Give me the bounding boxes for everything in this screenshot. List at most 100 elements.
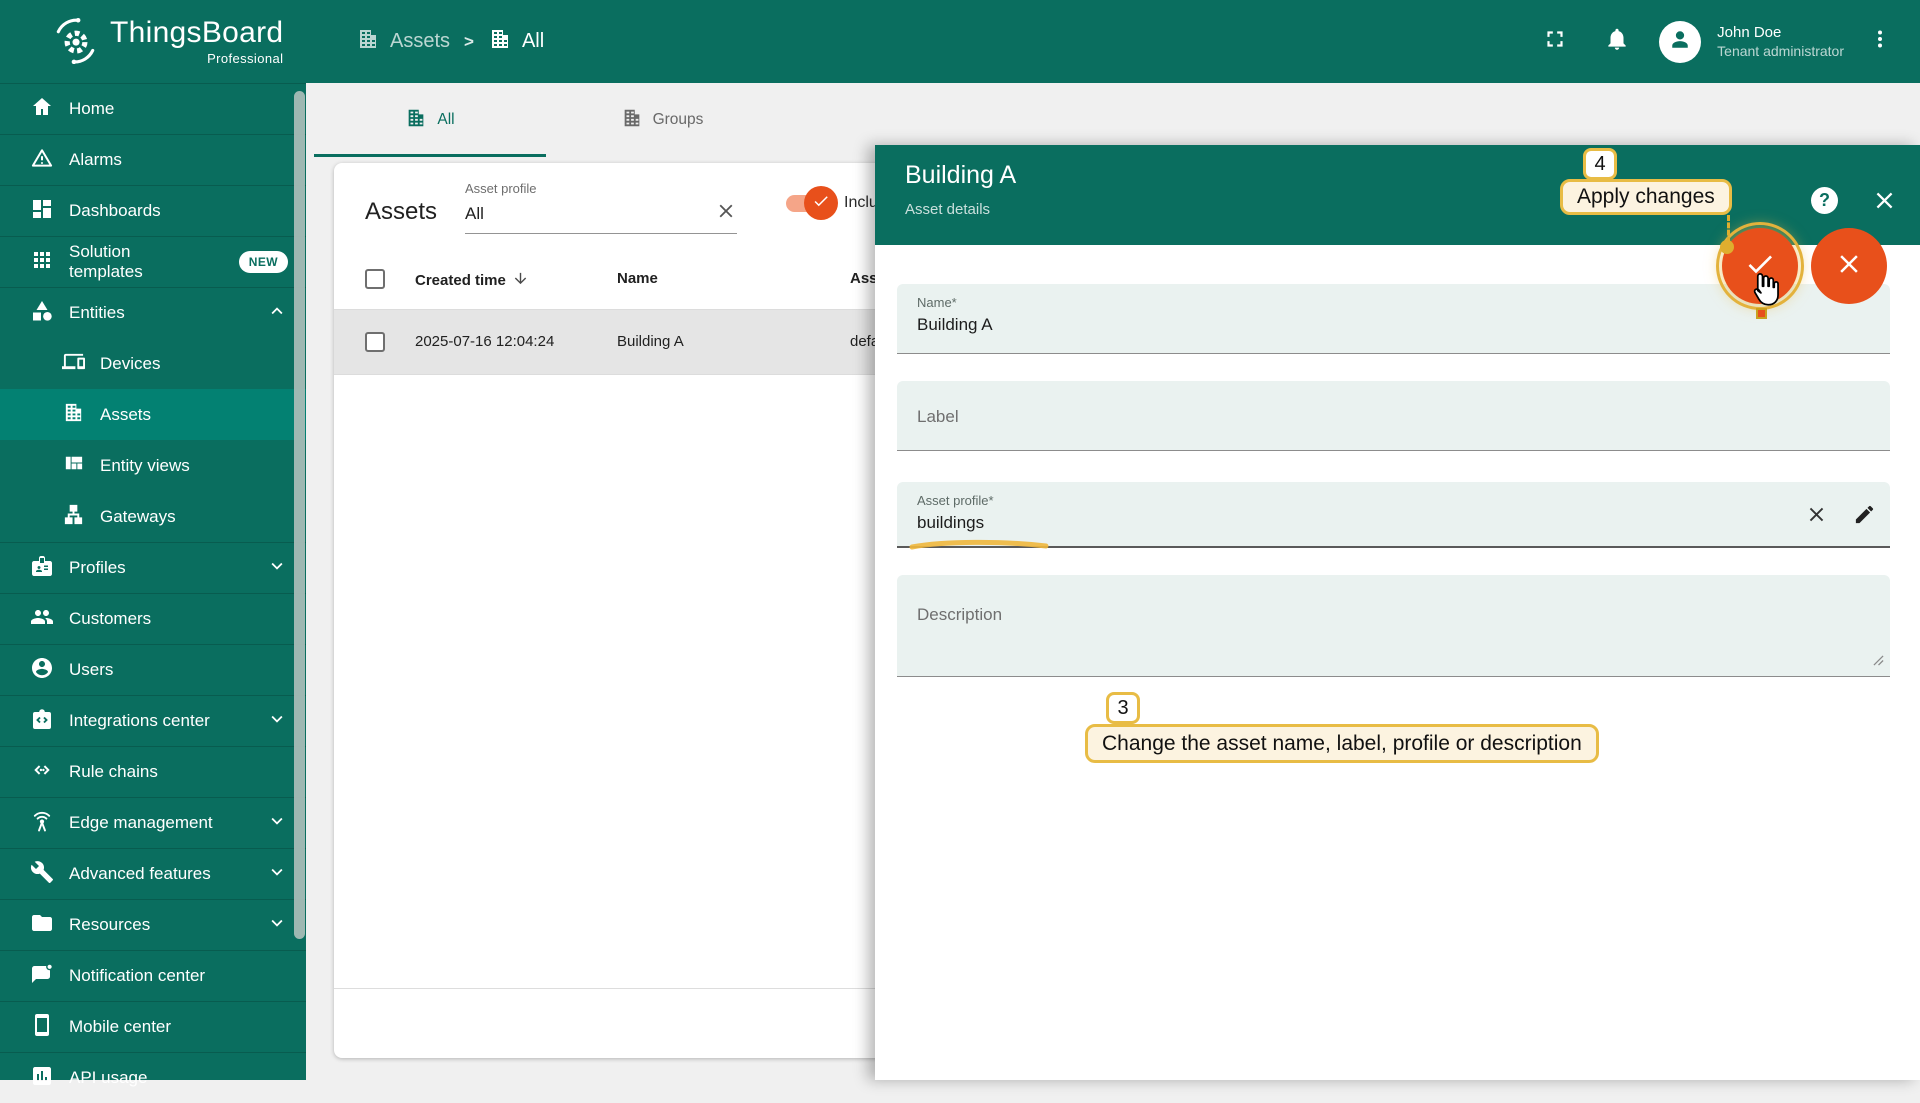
tutorial-connector-dot: [1720, 240, 1734, 254]
asset-profile-input[interactable]: [917, 513, 1750, 533]
fullscreen-button[interactable]: [1535, 22, 1575, 62]
sidebar-item-home[interactable]: Home: [0, 83, 306, 134]
sidebar-item-alarms[interactable]: Alarms: [0, 134, 306, 185]
building-icon: [356, 27, 380, 57]
chart-icon: [30, 1064, 54, 1093]
chevron-down-icon: [266, 555, 288, 582]
include-toggle-row: Includ: [786, 193, 887, 213]
chevron-down-icon: [266, 810, 288, 837]
filter-label: Asset profile: [465, 181, 737, 196]
tab-groups[interactable]: Groups: [546, 83, 778, 157]
sidebar-item-customers[interactable]: Customers: [0, 593, 306, 644]
column-name[interactable]: Name: [617, 270, 658, 287]
view-quilt-icon: [62, 452, 85, 480]
bell-icon: [1604, 26, 1630, 57]
asset-profile-filter: Asset profile: [465, 181, 737, 234]
user-name: John Doe: [1717, 23, 1844, 43]
top-header: ThingsBoard Professional Assets > All: [0, 0, 1920, 83]
cell-created-time: 2025-07-16 12:04:24: [415, 333, 554, 350]
clear-profile-icon[interactable]: [1805, 503, 1828, 531]
sidebar-item-resources[interactable]: Resources: [0, 899, 306, 950]
sidebar-item-assets[interactable]: Assets: [0, 389, 306, 440]
person-icon: [1665, 24, 1695, 59]
sidebar-item-dashboards[interactable]: Dashboards: [0, 185, 306, 236]
sidebar-nav: Home Alarms Dashboards Solution template…: [0, 83, 306, 1080]
sidebar-item-integrations-center[interactable]: Integrations center: [0, 695, 306, 746]
name-input[interactable]: [917, 315, 1750, 335]
kebab-icon: [1868, 27, 1892, 56]
edit-profile-pencil-icon[interactable]: [1853, 503, 1876, 531]
tutorial-step-4-number: 4: [1583, 148, 1617, 180]
fullscreen-icon: [1542, 26, 1568, 57]
sidebar-item-gateways[interactable]: Gateways: [0, 491, 306, 542]
integration-icon: [30, 707, 54, 736]
more-menu-button[interactable]: [1866, 22, 1894, 62]
tutorial-connector-line: [1727, 215, 1730, 243]
description-textarea[interactable]: [917, 605, 1750, 660]
sidebar-item-mobile-center[interactable]: Mobile center: [0, 1001, 306, 1052]
notifications-button[interactable]: [1597, 22, 1637, 62]
breadcrumb-assets[interactable]: Assets: [356, 27, 450, 57]
column-asset-profile[interactable]: Ass: [850, 270, 878, 287]
people-icon: [30, 605, 54, 634]
building-icon: [405, 107, 427, 134]
sidebar-scrollbar[interactable]: [294, 91, 305, 939]
asset-profile-field-label: Asset profile*: [897, 482, 1890, 508]
label-input[interactable]: [917, 407, 1750, 427]
breadcrumb: Assets > All: [356, 27, 544, 57]
clear-filter-icon[interactable]: [715, 200, 737, 227]
tab-all[interactable]: All: [314, 83, 546, 157]
message-dot-icon: [30, 962, 54, 991]
sidebar-item-notification-center[interactable]: Notification center: [0, 950, 306, 1001]
check-icon: [812, 192, 830, 215]
resize-grip-icon[interactable]: [1873, 653, 1884, 671]
tutorial-highlight-underline: [909, 538, 1049, 556]
select-all-checkbox[interactable]: [365, 269, 385, 289]
tutorial-step-3-label: Change the asset name, label, profile or…: [1085, 724, 1599, 763]
breadcrumb-section-label: Assets: [390, 30, 450, 53]
sidebar-item-api-usage[interactable]: API usage: [0, 1052, 306, 1103]
breadcrumb-all[interactable]: All: [488, 27, 544, 57]
column-created-time[interactable]: Created time: [415, 270, 529, 291]
sidebar-item-entity-views[interactable]: Entity views: [0, 440, 306, 491]
sidebar-item-rule-chains[interactable]: Rule chains: [0, 746, 306, 797]
badge-icon: [30, 554, 54, 583]
breadcrumb-page-label: All: [522, 30, 544, 53]
discard-changes-button[interactable]: [1811, 228, 1887, 304]
folder-icon: [30, 911, 54, 940]
sidebar-item-users[interactable]: Users: [0, 644, 306, 695]
dashboards-icon: [30, 197, 54, 226]
sidebar-item-solution-templates[interactable]: Solution templates NEW: [0, 236, 306, 287]
lan-icon: [62, 503, 85, 531]
account-circle-icon: [30, 656, 54, 685]
description-field: [897, 575, 1890, 677]
cell-name: Building A: [617, 333, 684, 350]
row-checkbox[interactable]: [365, 332, 385, 352]
close-panel-button[interactable]: [1871, 187, 1898, 219]
user-info[interactable]: John Doe Tenant administrator: [1717, 23, 1844, 61]
user-avatar[interactable]: [1659, 21, 1701, 63]
chevron-down-icon: [266, 912, 288, 939]
chevron-down-icon: [266, 708, 288, 735]
building-icon: [62, 401, 85, 429]
sidebar-item-profiles[interactable]: Profiles: [0, 542, 306, 593]
asset-profile-select[interactable]: [465, 204, 715, 224]
panel-subtitle: Asset details: [905, 201, 1920, 218]
entities-icon: [30, 299, 54, 328]
sidebar-item-entities[interactable]: Entities: [0, 287, 306, 338]
sidebar-item-edge-management[interactable]: Edge management: [0, 797, 306, 848]
app-logo[interactable]: ThingsBoard Professional: [0, 14, 306, 69]
help-button[interactable]: [1811, 187, 1838, 214]
chevron-down-icon: [266, 861, 288, 888]
asset-details-panel: Building A Asset details Name* Asset pro…: [875, 145, 1920, 1080]
close-icon: [1834, 249, 1864, 284]
brand-name: ThingsBoard: [110, 18, 283, 48]
include-toggle[interactable]: [786, 193, 834, 213]
sidebar-item-devices[interactable]: Devices: [0, 338, 306, 389]
antenna-icon: [30, 809, 54, 838]
warning-icon: [30, 146, 54, 175]
apply-changes-button[interactable]: [1722, 228, 1798, 304]
sidebar-item-advanced-features[interactable]: Advanced features: [0, 848, 306, 899]
phone-icon: [30, 1013, 54, 1042]
brand-edition: Professional: [110, 51, 283, 66]
